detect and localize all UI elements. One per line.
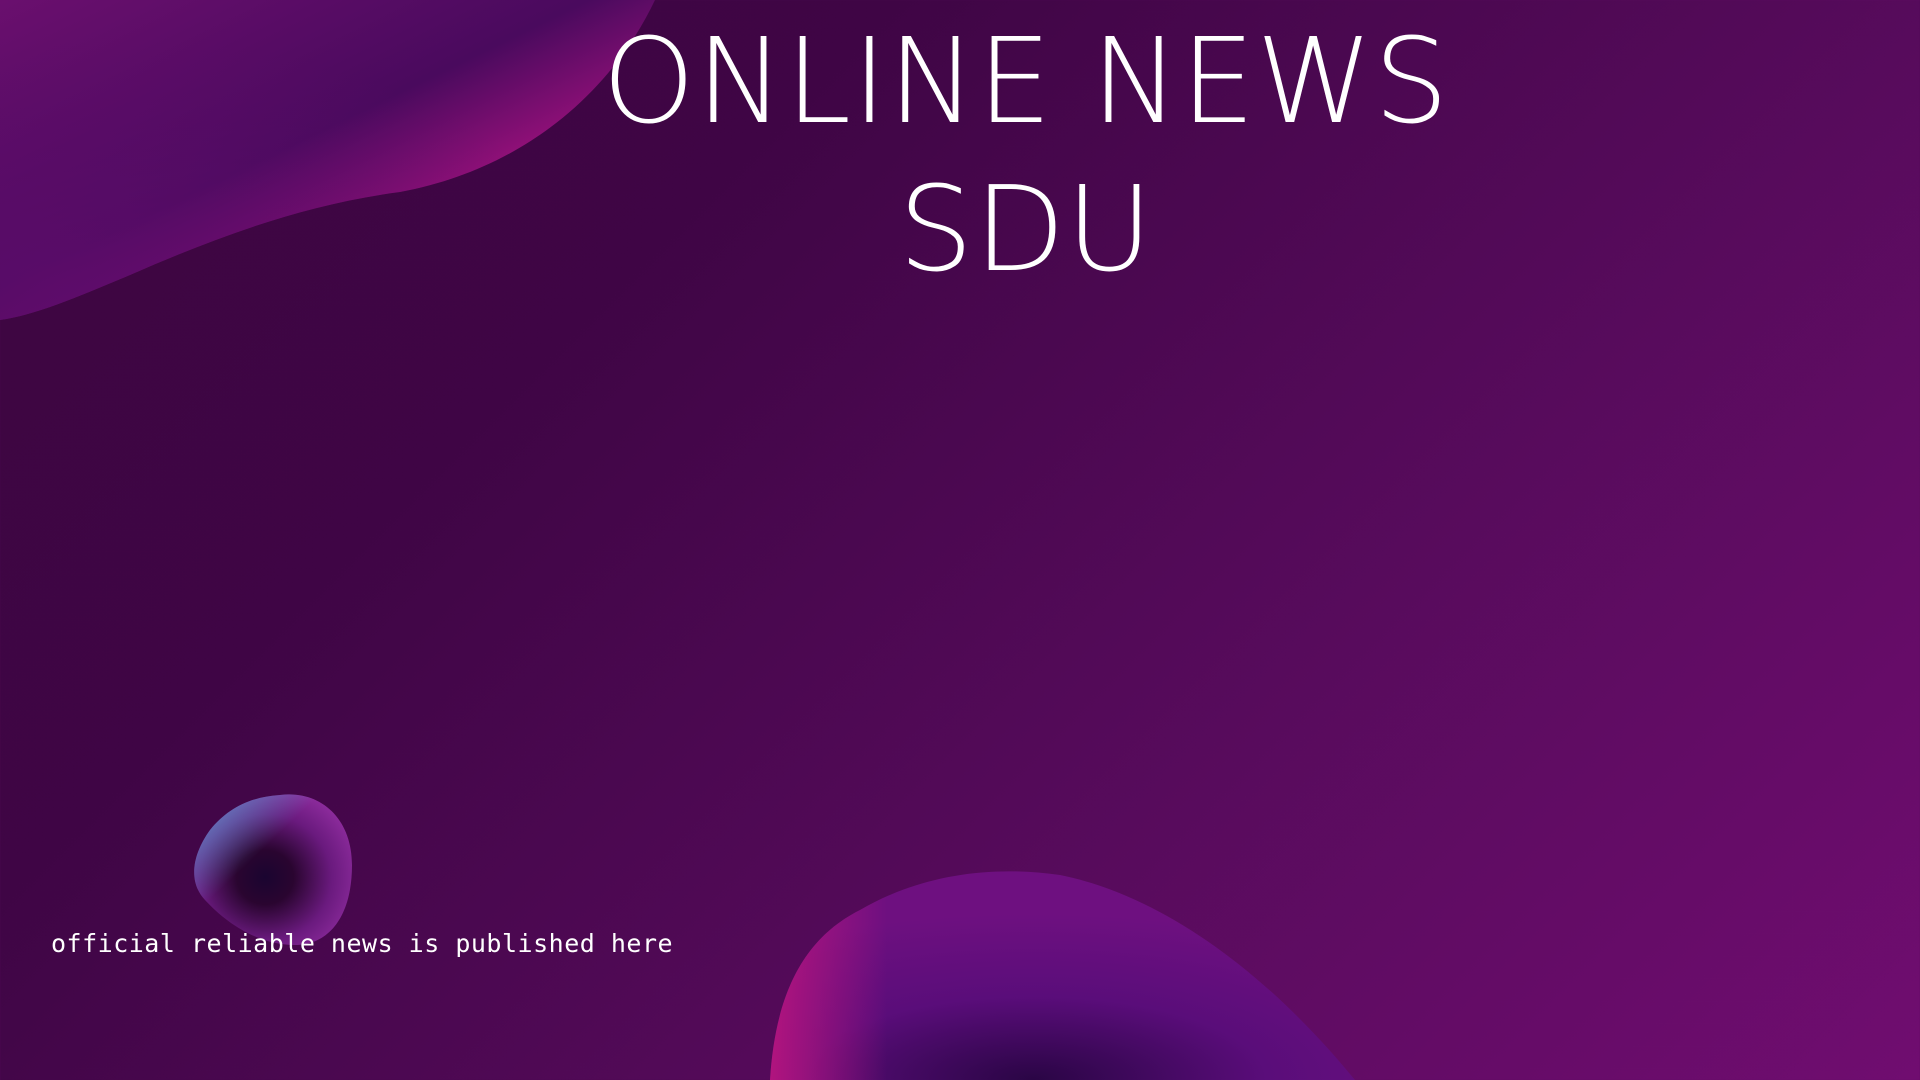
bottom-blob-edge <box>770 871 1355 1080</box>
orb-rim-highlight <box>194 794 352 945</box>
page-title: ONLINE NEWS <box>602 12 1450 150</box>
page-subtitle: SDU <box>898 160 1154 298</box>
tagline: official reliable news is published here <box>51 929 674 958</box>
